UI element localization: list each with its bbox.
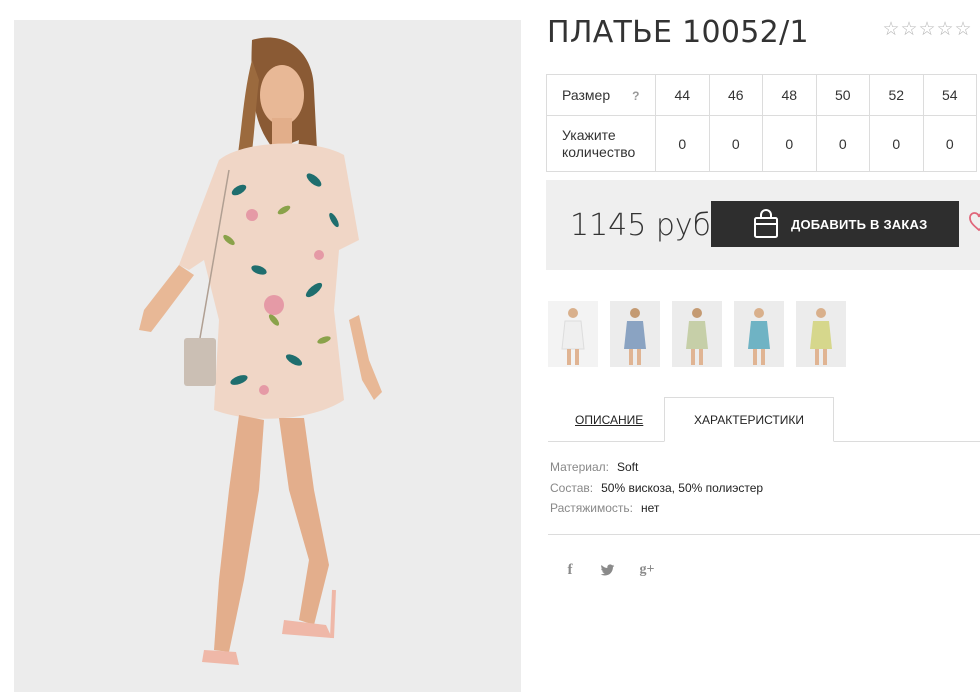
size-help-icon[interactable]: ?	[632, 89, 639, 103]
dress-thumbnail-icon	[734, 301, 784, 367]
spec-material: Материал: Soft	[550, 460, 638, 474]
spec-key: Состав:	[550, 481, 594, 495]
dress-thumbnail-icon	[672, 301, 722, 367]
size-label: Размер	[562, 87, 611, 103]
quantity-input-54[interactable]	[929, 135, 970, 152]
quantity-input-52[interactable]	[876, 135, 917, 152]
spec-stretch: Растяжимость: нет	[550, 501, 659, 515]
quantity-label-line1: Укажите	[562, 126, 616, 143]
product-title: ПЛАТЬЕ 10052/1	[547, 15, 809, 50]
spec-value: нет	[641, 501, 660, 515]
twitter-bird-icon	[600, 563, 614, 575]
size-value: 46	[708, 74, 763, 116]
spec-key: Растяжимость:	[550, 501, 634, 515]
quantity-input-50[interactable]	[822, 135, 863, 152]
thumbnail-3[interactable]	[672, 301, 722, 367]
size-quantity-table: Размер? 44 46 48 50 52 54 Укажите количе…	[546, 74, 977, 172]
rating-stars[interactable]: ☆ ☆ ☆ ☆ ☆	[882, 20, 972, 40]
add-to-order-label: ДОБАВИТЬ В ЗАКАЗ	[791, 216, 928, 232]
tab-characteristics[interactable]: ХАРАКТЕРИСТИКИ	[664, 397, 834, 442]
spec-composition: Состав: 50% вискоза, 50% полиэстер	[550, 481, 763, 495]
thumbnail-5[interactable]	[796, 301, 846, 367]
size-value: 50	[815, 74, 870, 116]
spec-value: 50% вискоза, 50% полиэстер	[601, 481, 764, 495]
quantity-input-46[interactable]	[715, 135, 756, 152]
tab-description[interactable]: ОПИСАНИЕ	[575, 413, 643, 427]
heart-icon[interactable]	[969, 211, 980, 233]
twitter-icon[interactable]	[597, 560, 617, 580]
quantity-input-48[interactable]	[769, 135, 810, 152]
rating-star-icon[interactable]: ☆	[900, 20, 918, 40]
size-value: 54	[922, 74, 977, 116]
price-box: 1145 руб ДОБАВИТЬ В ЗАКАЗ	[546, 180, 980, 270]
size-value: 44	[655, 74, 710, 116]
model-dress-illustration	[14, 20, 521, 692]
googleplus-icon[interactable]: g+	[635, 560, 659, 580]
product-main-photo[interactable]	[14, 20, 521, 692]
quantity-label-line2: количество	[562, 143, 636, 160]
size-value: 48	[762, 74, 817, 116]
thumbnail-2[interactable]	[610, 301, 660, 367]
rating-star-icon[interactable]: ☆	[918, 20, 936, 40]
spec-value: Soft	[616, 460, 639, 474]
quantity-input-44[interactable]	[662, 135, 703, 152]
facebook-icon[interactable]: f	[560, 560, 580, 580]
rating-star-icon[interactable]: ☆	[936, 20, 954, 40]
dress-thumbnail-icon	[610, 301, 660, 367]
section-divider	[548, 534, 980, 535]
size-value: 52	[869, 74, 924, 116]
add-to-order-button[interactable]: ДОБАВИТЬ В ЗАКАЗ	[711, 201, 959, 247]
thumbnail-4[interactable]	[734, 301, 784, 367]
quantity-label-cell: Укажите количество	[546, 115, 656, 172]
product-price: 1145 руб	[570, 208, 712, 243]
rating-star-icon[interactable]: ☆	[954, 20, 972, 40]
rating-star-icon[interactable]: ☆	[882, 20, 900, 40]
size-label-cell: Размер?	[546, 74, 656, 116]
quantity-row: Укажите количество	[546, 115, 977, 172]
size-row: Размер? 44 46 48 50 52 54	[546, 74, 977, 116]
spec-key: Материал:	[550, 460, 609, 474]
shopping-bag-icon	[754, 209, 778, 238]
thumbnail-1[interactable]	[548, 301, 598, 367]
dress-thumbnail-icon	[548, 301, 598, 367]
dress-thumbnail-icon	[796, 301, 846, 367]
